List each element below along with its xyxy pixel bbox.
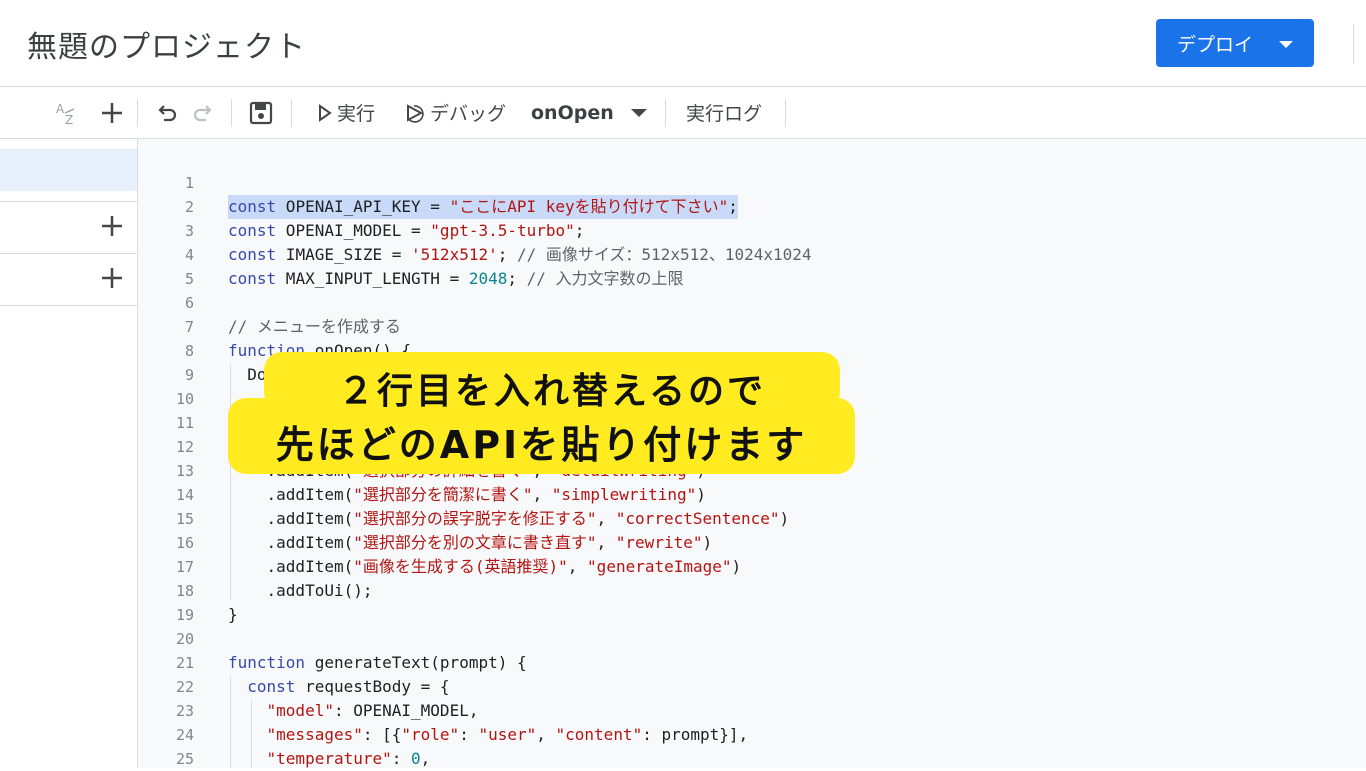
code-text: // メニューを作成する — [228, 317, 401, 336]
svg-text:Z: Z — [65, 113, 73, 127]
line-number: 24 — [175, 726, 194, 744]
debug-button[interactable]: デバッグ — [404, 87, 506, 138]
code-line[interactable]: 6 — [138, 291, 1366, 315]
code-text: const requestBody = { — [247, 677, 450, 696]
code-line[interactable]: 14 .addItem("選択部分を簡潔に書く", "simplewriting… — [138, 483, 1366, 507]
code-text: "temperature": 0, — [266, 749, 431, 768]
line-number: 12 — [175, 438, 194, 456]
code-text: "model": OPENAI_MODEL, — [266, 701, 479, 720]
caption-line-1: ２行目を入れ替えるので — [338, 371, 766, 412]
editor-toolbar: A Z 実行 デバッグ onOpen 実行ログ — [0, 87, 1366, 139]
line-number: 8 — [184, 342, 194, 360]
code-line[interactable]: 21 function generateText(prompt) { — [138, 651, 1366, 675]
code-text: } — [228, 605, 238, 624]
code-line[interactable]: 2 const OPENAI_API_KEY = "ここにAPI keyを貼り付け… — [138, 195, 1366, 219]
line-number: 11 — [175, 414, 194, 432]
code-line[interactable]: 7 // メニューを作成する — [138, 315, 1366, 339]
run-label: 実行 — [337, 103, 376, 125]
toolbar-divider — [137, 99, 138, 127]
line-number: 23 — [175, 702, 194, 720]
code-text: const OPENAI_API_KEY = "ここにAPI keyを貼り付けて… — [228, 195, 738, 219]
project-title[interactable]: 無題のプロジェクト — [27, 22, 306, 66]
code-line[interactable]: 1 — [138, 171, 1366, 195]
debug-icon — [407, 103, 424, 123]
sidebar-item-services[interactable] — [0, 253, 137, 306]
chevron-down-icon — [631, 109, 647, 117]
save-icon[interactable] — [248, 87, 274, 138]
line-number: 14 — [175, 486, 194, 504]
line-number: 3 — [184, 222, 194, 240]
execution-log-label: 実行ログ — [686, 103, 763, 125]
line-number: 7 — [184, 318, 194, 336]
undo-icon[interactable] — [155, 87, 179, 138]
debug-label: デバッグ — [430, 103, 507, 125]
code-text: const OPENAI_MODEL = "gpt-3.5-turbo"; — [228, 221, 585, 240]
line-number: 20 — [175, 630, 194, 648]
code-line[interactable]: 25 "temperature": 0, — [138, 747, 1366, 771]
line-number: 13 — [175, 462, 194, 480]
code-line[interactable]: 22 const requestBody = { — [138, 675, 1366, 699]
code-line[interactable]: 5 const MAX_INPUT_LENGTH = 2048; // 入力文字数… — [138, 267, 1366, 291]
code-text: .addItem("選択部分の誤字脱字を修正する", "correctSente… — [228, 509, 790, 528]
toolbar-divider — [665, 99, 666, 127]
line-number: 17 — [175, 558, 194, 576]
code-text: "messages": [{"role": "user", "content":… — [266, 725, 749, 744]
line-number: 4 — [184, 246, 194, 264]
code-line[interactable]: 18 .addToUi(); — [138, 579, 1366, 603]
run-button[interactable]: 実行 — [318, 87, 375, 138]
code-line[interactable]: 20 — [138, 627, 1366, 651]
code-line[interactable]: 16 .addItem("選択部分を別の文章に書き直す", "rewrite") — [138, 531, 1366, 555]
deploy-button[interactable]: デプロイ — [1156, 19, 1314, 67]
code-text: .addItem("選択部分を簡潔に書く", "simplewriting") — [228, 485, 706, 504]
add-service-icon — [102, 268, 122, 288]
line-number: 25 — [175, 750, 194, 768]
code-text: .addItem("選択部分を別の文章に書き直す", "rewrite") — [228, 533, 713, 552]
sidebar-item-selected-file[interactable] — [0, 149, 137, 191]
function-select[interactable]: onOpen — [531, 87, 651, 138]
code-text: .addItem("画像を生成する(英語推奨)", "generateImage… — [228, 557, 742, 576]
code-line[interactable]: 24 "messages": [{"role": "user", "conten… — [138, 723, 1366, 747]
svg-text:A: A — [56, 102, 65, 116]
code-line[interactable]: 4 const IMAGE_SIZE = '512x512'; // 画像サイズ：… — [138, 243, 1366, 267]
line-number: 18 — [175, 582, 194, 600]
code-line[interactable]: 3 const OPENAI_MODEL = "gpt-3.5-turbo"; — [138, 219, 1366, 243]
line-number: 5 — [184, 270, 194, 288]
code-line[interactable]: 19} — [138, 603, 1366, 627]
deploy-label: デプロイ — [1176, 33, 1253, 56]
code-text: const IMAGE_SIZE = '512x512'; // 画像サイズ：5… — [228, 245, 812, 264]
function-select-value: onOpen — [531, 101, 614, 124]
line-number: 1 — [184, 174, 194, 192]
line-number: 19 — [175, 606, 194, 624]
file-sidebar — [0, 139, 138, 768]
code-line[interactable]: 15 .addItem("選択部分の誤字脱字を修正する", "correctSe… — [138, 507, 1366, 531]
code-line[interactable]: 17 .addItem("画像を生成する(英語推奨)", "generateIm… — [138, 555, 1366, 579]
add-library-icon — [102, 216, 122, 236]
line-number: 22 — [175, 678, 194, 696]
line-number: 9 — [184, 366, 194, 384]
code-text: const MAX_INPUT_LENGTH = 2048; // 入力文字数の… — [228, 269, 684, 288]
line-number: 6 — [184, 294, 194, 312]
code-line[interactable]: 23 "model": OPENAI_MODEL, — [138, 699, 1366, 723]
code-text: .addToUi(); — [228, 581, 373, 600]
redo-icon[interactable] — [191, 87, 215, 138]
code-text: function generateText(prompt) { — [228, 653, 527, 672]
toolbar-divider — [785, 99, 786, 127]
execution-log-button[interactable]: 実行ログ — [686, 87, 762, 138]
sidebar-item-libraries[interactable] — [0, 201, 137, 253]
play-icon — [319, 103, 332, 122]
caption-line-2: 先ほどのAPIを貼り付けます — [275, 423, 808, 467]
toolbar-divider — [231, 99, 232, 127]
caption-overlay: ２行目を入れ替えるので 先ほどのAPIを貼り付けます — [228, 352, 855, 474]
add-file-icon[interactable] — [99, 87, 125, 138]
line-number: 15 — [175, 510, 194, 528]
chevron-down-icon — [1279, 40, 1293, 48]
line-number: 16 — [175, 534, 194, 552]
toolbar-divider — [291, 99, 292, 127]
line-number: 21 — [175, 654, 194, 672]
top-app-bar: 無題のプロジェクト デプロイ — [0, 0, 1366, 87]
line-number: 10 — [175, 390, 194, 408]
line-number: 2 — [184, 198, 194, 216]
header-divider — [1353, 24, 1354, 64]
sort-az-icon[interactable]: A Z — [54, 87, 84, 138]
